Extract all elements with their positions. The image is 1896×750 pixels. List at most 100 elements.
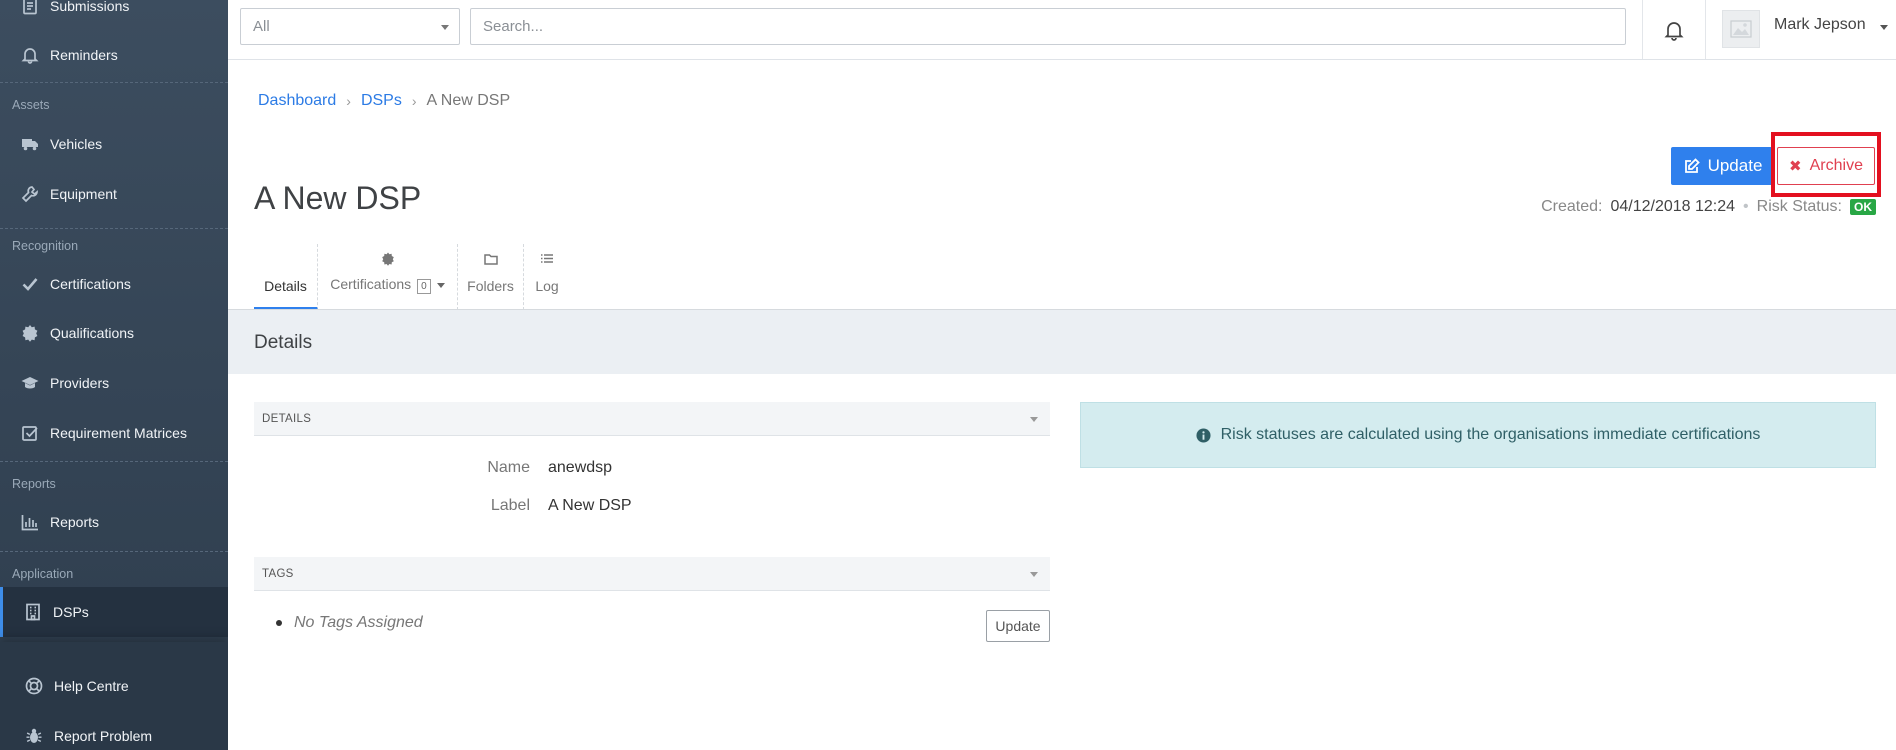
sidebar-item-requirement-matrices[interactable]: Requirement Matrices [0,413,228,453]
section-label-reports: Reports [12,477,56,491]
search-filter-value: All [253,18,270,35]
bug-icon [24,726,44,746]
bell-icon [20,45,40,65]
sidebar-item-vehicles[interactable]: Vehicles [0,124,228,164]
update-button[interactable]: Update [1671,147,1775,185]
image-placeholder-icon [1730,20,1752,38]
info-alert-text: Risk statuses are calculated using the o… [1220,426,1761,443]
page-meta: Created: 04/12/2018 12:24 • Risk Status:… [1541,198,1876,216]
chevron-down-icon [441,25,449,30]
sidebar-item-submissions[interactable]: Submissions [0,0,228,26]
topbar: All Mark Jepson [228,0,1896,60]
bar-chart-icon [20,512,40,532]
sidebar-item-label: Requirement Matrices [50,425,187,441]
tab-folders[interactable]: Folders [458,244,524,310]
sidebar-divider [0,551,228,552]
sidebar-item-certifications[interactable]: Certifications [0,264,228,304]
update-button-label: Update [1707,156,1763,175]
notifications-button[interactable] [1642,0,1706,59]
check-icon [20,274,40,294]
sidebar-item-label: Qualifications [50,325,135,341]
checkbox-icon [20,423,40,443]
folder-icon [483,252,498,266]
sidebar-item-help-centre[interactable]: Help Centre [0,666,228,706]
field-value-name: anewdsp [548,459,613,476]
lifebuoy-icon [24,676,44,696]
graduation-cap-icon [20,373,40,393]
count-badge: 0 [417,279,431,294]
close-icon: ✖ [1789,158,1802,175]
certificate-icon [20,323,40,343]
sidebar-item-label: Providers [50,375,110,391]
update-tags-button[interactable]: Update [986,610,1050,642]
bell-icon [1664,21,1684,41]
panel-title: DETAILS [262,412,312,425]
sidebar-item-providers[interactable]: Providers [0,363,228,403]
section-title: Details [254,332,313,353]
page-title: A New DSP [254,180,422,216]
breadcrumb-current: A New DSP [426,92,511,109]
edit-icon [1684,158,1700,173]
sidebar-item-label: Reminders [50,47,118,63]
tab-log[interactable]: Log [524,244,570,310]
search-filter-select[interactable]: All [240,8,460,45]
field-label-label: Label [490,497,530,514]
sidebar-item-dsps[interactable]: DSPs [0,587,228,637]
tags-panel-header[interactable]: TAGS [254,557,1050,591]
sidebar-item-label: DSPs [53,604,89,620]
details-panel-header[interactable]: DETAILS [254,402,1050,436]
breadcrumb: Dashboard › DSPs › A New DSP [258,92,510,110]
sidebar-divider [0,82,228,83]
chevron-down-icon [1030,417,1038,422]
section-header: Details [228,310,1896,374]
list-icon [540,252,554,266]
section-label-recognition: Recognition [12,239,79,253]
truck-icon [20,134,40,154]
tab-label: Folders [467,278,514,294]
section-label-assets: Assets [12,98,50,112]
tab-certifications[interactable]: Certifications 0 [318,244,458,310]
section-label-application: Application [12,567,74,581]
sidebar: Submissions Reminders Assets Vehicles Eq… [0,0,228,750]
archive-button-label: Archive [1809,157,1863,174]
list-item: No Tags Assigned [276,614,423,632]
chevron-down-icon[interactable] [436,282,445,288]
sidebar-item-qualifications[interactable]: Qualifications [0,313,228,353]
search-input[interactable] [470,8,1626,45]
chevron-right-icon: › [346,93,351,109]
certificate-icon [381,252,395,266]
sidebar-item-label: Help Centre [54,678,129,694]
tab-label: Log [535,278,559,294]
sidebar-item-reports[interactable]: Reports [0,502,228,542]
user-menu[interactable]: Mark Jepson [1774,16,1866,34]
sidebar-item-label: Certifications [50,276,131,292]
chevron-down-icon[interactable] [1880,25,1888,30]
risk-status-label: Risk Status: [1756,198,1842,215]
building-icon [23,602,43,622]
created-label: Created: [1541,198,1603,215]
wrench-icon [20,184,40,204]
separator-dot: • [1743,198,1749,215]
sidebar-item-label: Submissions [50,0,130,14]
archive-button[interactable]: ✖ Archive [1777,147,1875,185]
status-badge: OK [1850,199,1876,215]
breadcrumb-dsps[interactable]: DSPs [361,92,402,110]
sidebar-footer: Help Centre Report Problem [0,642,228,750]
tab-bar: Details Certifications 0 Folders Log [254,244,570,310]
avatar[interactable] [1722,10,1760,48]
chevron-right-icon: › [411,93,417,109]
info-icon [1196,427,1211,443]
sidebar-item-report-problem[interactable]: Report Problem [0,716,228,750]
field-label-name: Name [487,459,530,476]
tab-details[interactable]: Details [254,244,318,310]
panel-title: TAGS [262,567,294,580]
breadcrumb-dashboard[interactable]: Dashboard [258,92,336,110]
sidebar-item-label: Report Problem [54,728,153,744]
bullet-icon [276,620,282,626]
sidebar-item-label: Reports [50,514,100,530]
sidebar-item-equipment[interactable]: Equipment [0,174,228,214]
chevron-down-icon [1030,572,1038,577]
sidebar-item-reminders[interactable]: Reminders [0,35,228,75]
sidebar-divider [0,228,228,229]
tab-label: Certifications [330,276,412,292]
